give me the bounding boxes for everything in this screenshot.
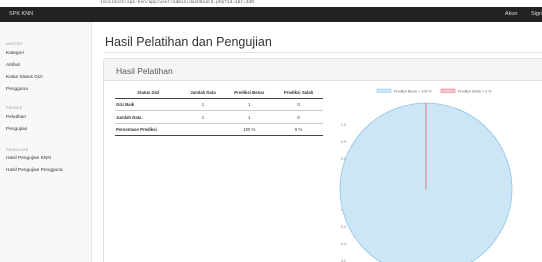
sidebar-item-pengujian[interactable]: Pengujian [6, 127, 27, 132]
table-cell: 1 [224, 98, 275, 112]
table-cell: 0 [274, 98, 323, 112]
table-cell: Gizi Baik [115, 98, 182, 112]
chart-legend: Prediksi Benar = 100 % Prediksi Salah = 0… [376, 88, 492, 94]
brand-link[interactable]: SPK KNN [9, 11, 33, 17]
table-cell: Persentase Prediksi [115, 123, 182, 137]
legend-label: Prediksi Salah = 0 % [458, 90, 492, 94]
table-header-cell: Status Gizi [115, 87, 182, 99]
table-cell [181, 123, 225, 137]
pie-chart: Prediksi Benar = 100 % Prediksi Salah = 0… [339, 88, 513, 262]
table-cell: Jumlah Data [115, 110, 182, 124]
result-table: Status Gizi Jumlah Data Prediksi Benar P… [115, 87, 323, 137]
sidebar-item-hasil-pengujian-knn[interactable]: Hasil Pengujian KNN [6, 156, 51, 161]
sidebar-section-master: MASTER [6, 42, 23, 46]
nav-link-sign[interactable]: Sign [531, 11, 542, 17]
sidebar-item-hasil-pengujian-pengguna[interactable]: Hasil Pengujian Pengguna [6, 168, 63, 173]
table-header-cell: Jumlah Data [181, 87, 225, 99]
table-header-row: Status Gizi Jumlah Data Prediksi Benar P… [115, 87, 323, 99]
sidebar-section-pengujian: PENGUJIAN [6, 148, 29, 152]
sidebar-item-pengguna[interactable]: Pengguna [6, 87, 28, 92]
sidebar-item-pelatihan[interactable]: Pelatihan [6, 115, 26, 120]
table-cell: 1 [181, 110, 225, 124]
sidebar-item-kelas-status-gizi[interactable]: Kelas Status Gizi [6, 75, 43, 80]
legend-swatch [440, 88, 456, 93]
panel-heading: Hasil Pelatihan [104, 59, 542, 81]
table-cell: 0 [274, 110, 323, 124]
legend-swatch [376, 88, 392, 93]
y-tick-label: 0.9 [341, 140, 346, 144]
chart-slices [339, 102, 513, 262]
page-title: Hasil Pelatihan dan Pengujian [105, 35, 272, 49]
y-tick-label: 0.4 [341, 225, 346, 229]
sidebar-item-kategori[interactable]: Kategori [6, 51, 24, 56]
legend-label: Prediksi Benar = 100 % [394, 90, 432, 94]
table-row: Jumlah Data 1 1 0 [115, 110, 323, 124]
sidebar-section-proses: PROSES [6, 106, 23, 110]
nav-link-akun[interactable]: Akun [505, 11, 518, 17]
table-cell: 1 [224, 110, 275, 124]
table-cell: 100 % [224, 123, 275, 137]
table-cell: 0 % [274, 123, 323, 137]
navbar-right: Akun Sign [493, 11, 542, 17]
title-divider [105, 52, 542, 53]
browser-url-text: localhost/spk-knn/app/user/admin/dashboa… [100, 0, 254, 5]
table-header-cell: Prediksi Benar [224, 87, 275, 99]
y-tick-label: 1.0 [341, 123, 346, 127]
table-row: Persentase Prediksi 100 % 0 % [115, 123, 323, 137]
table-row: Gizi Baik 1 1 0 [115, 98, 323, 112]
sidebar-item-atribut[interactable]: Atribut [6, 63, 20, 68]
panel-title: Hasil Pelatihan [116, 66, 173, 76]
table-header-cell: Prediksi Salah [274, 87, 323, 99]
sidebar: MASTER Kategori Atribut Kelas Status Giz… [0, 22, 92, 262]
y-tick-label: 0.3 [341, 242, 346, 246]
table-cell: 1 [181, 98, 225, 112]
top-navbar: SPK KNN Akun Sign [0, 7, 542, 22]
